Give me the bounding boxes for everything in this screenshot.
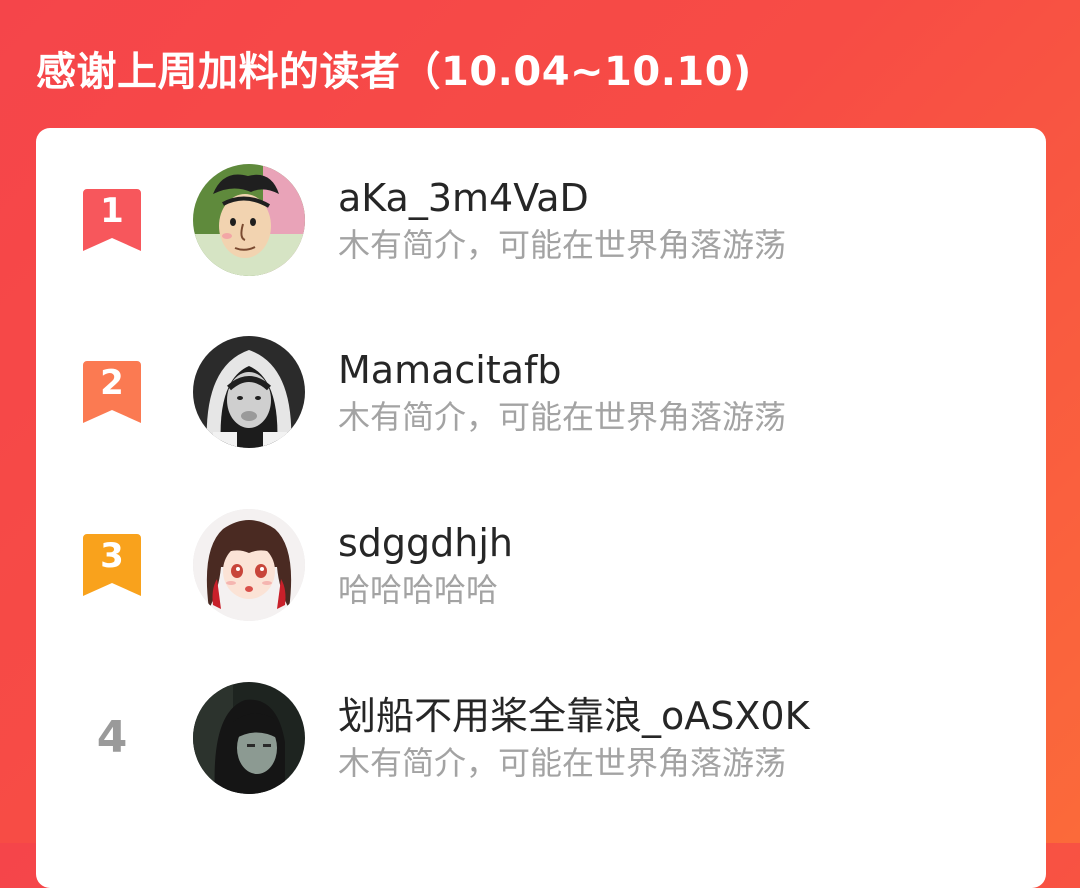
reader-name[interactable]: sdggdhjh bbox=[338, 517, 513, 569]
reader-row-1[interactable]: 1 aKa_3m4VaD 木有简介，可能在世界角落游荡 bbox=[36, 160, 1046, 280]
reader-bio: 木有简介，可能在世界角落游荡 bbox=[338, 744, 787, 782]
reader-bio: 木有简介，可能在世界角落游荡 bbox=[338, 226, 787, 264]
rank-3-ribbon-icon: 3 bbox=[83, 534, 141, 596]
rank-2-ribbon-icon: 2 bbox=[83, 361, 141, 423]
hooded-man-avatar[interactable] bbox=[193, 336, 305, 448]
reader-bio: 木有简介，可能在世界角落游荡 bbox=[338, 398, 787, 436]
anime-girl-avatar[interactable] bbox=[193, 509, 305, 621]
reader-ranking-card: 1 aKa_3m4VaD 木有简介，可能在世界角落游荡 2 Mamacitafb… bbox=[36, 128, 1046, 888]
rank-number: 1 bbox=[100, 191, 124, 231]
page-title: 感谢上周加料的读者（10.04~10.10) bbox=[36, 49, 752, 95]
reader-bio: 哈哈哈哈哈 bbox=[338, 571, 499, 609]
rank-number: 4 bbox=[96, 712, 128, 763]
rank-1-ribbon-icon: 1 bbox=[83, 189, 141, 251]
rank-number: 3 bbox=[100, 536, 124, 576]
reader-row-2[interactable]: 2 Mamacitafb 木有简介，可能在世界角落游荡 bbox=[36, 332, 1046, 452]
rank-container: 3 bbox=[82, 505, 142, 625]
reader-name[interactable]: 划船不用桨全靠浪_oASX0K bbox=[338, 690, 810, 742]
reader-name[interactable]: Mamacitafb bbox=[338, 344, 562, 396]
cartoon-boy-avatar[interactable] bbox=[193, 164, 305, 276]
reader-name[interactable]: aKa_3m4VaD bbox=[338, 172, 589, 224]
reader-row-4[interactable]: 4 划船不用桨全靠浪_oASX0K 木有简介，可能在世界角落游荡 bbox=[36, 678, 1046, 798]
dark-anime-avatar[interactable] bbox=[193, 682, 305, 794]
rank-container: 4 bbox=[82, 678, 142, 798]
rank-number: 2 bbox=[100, 363, 124, 403]
reader-row-3[interactable]: 3 sdggdhjh 哈哈哈哈哈 bbox=[36, 505, 1046, 625]
rank-container: 2 bbox=[82, 332, 142, 452]
rank-container: 1 bbox=[82, 160, 142, 280]
